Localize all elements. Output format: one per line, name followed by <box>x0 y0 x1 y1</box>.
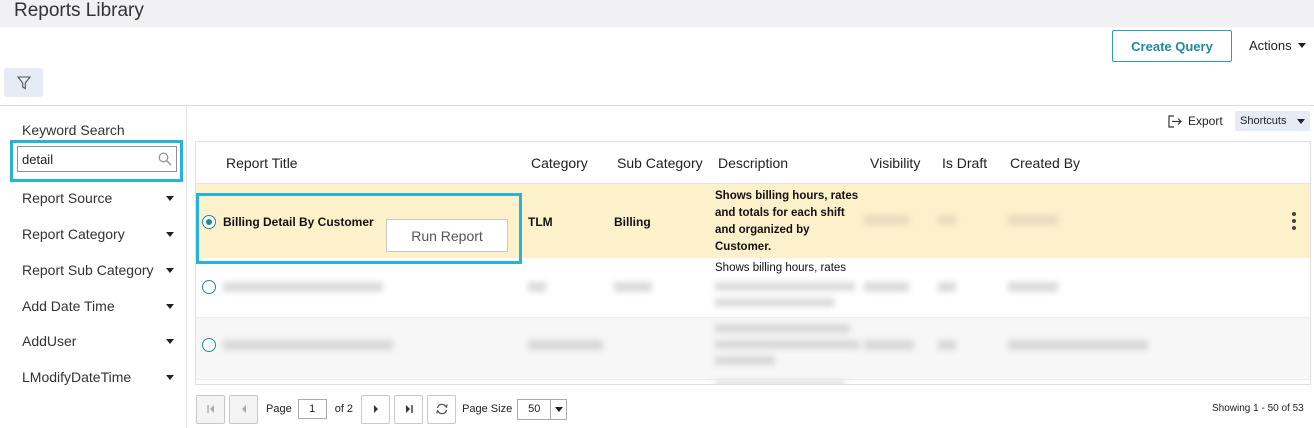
page-of-label: of 2 <box>334 403 354 415</box>
facet-report-source[interactable]: Report Source <box>22 190 174 206</box>
caret-down-icon <box>1297 43 1306 48</box>
chevron-down-icon <box>166 267 174 273</box>
chevron-down-icon <box>166 374 174 380</box>
page-size-select[interactable]: 50 <box>517 398 568 420</box>
table-row[interactable]: Shows billing hours, rates <box>196 258 1310 318</box>
page-size-value: 50 <box>528 403 541 415</box>
chevron-down-icon <box>166 231 174 237</box>
chevron-down-icon <box>166 195 174 201</box>
sidebar-divider <box>186 106 187 428</box>
row-menu-icon[interactable] <box>1292 212 1296 230</box>
description-cell: Shows billing hours, rates <box>715 262 847 274</box>
next-page-icon <box>373 405 378 413</box>
chevron-down-icon <box>550 399 566 419</box>
chevron-down-icon <box>166 303 174 309</box>
sub-category-cell <box>614 282 652 292</box>
keyword-search-label: Keyword Search <box>22 122 125 138</box>
refresh-button[interactable] <box>427 394 457 424</box>
pagination-bar: Page 1 of 2 Page Size 50 <box>196 394 568 424</box>
prev-page-button[interactable] <box>229 394 258 424</box>
report-title-cell <box>223 340 393 350</box>
showing-count: Showing 1 - 50 of 53 <box>1212 403 1304 414</box>
title-bar: Reports Library <box>0 0 1314 27</box>
visibility-cell <box>864 282 909 292</box>
facet-report-sub-category[interactable]: Report Sub Category <box>22 262 174 278</box>
facet-label: AddUser <box>22 333 77 349</box>
filter-icon <box>16 75 31 89</box>
description-cell-blurred <box>715 340 860 349</box>
page-number-input[interactable]: 1 <box>297 399 327 419</box>
description-cell-blurred <box>715 356 775 365</box>
column-header-is-draft[interactable]: Is Draft <box>942 155 987 171</box>
next-page-button[interactable] <box>361 394 391 424</box>
facet-label: Report Category <box>22 226 125 242</box>
facet-label: Report Source <box>22 190 113 206</box>
created-by-cell <box>1008 340 1148 350</box>
page-label: Page <box>266 403 292 415</box>
facet-label: Add Date Time <box>22 298 115 314</box>
column-header-category[interactable]: Category <box>531 155 588 171</box>
keyword-search-input[interactable]: detail <box>17 146 177 172</box>
sub-category-cell: Billing <box>614 215 651 229</box>
column-header-visibility[interactable]: Visibility <box>870 155 920 171</box>
row-radio[interactable] <box>202 280 216 294</box>
actions-label: Actions <box>1249 38 1292 53</box>
shortcuts-dropdown[interactable]: Shortcuts <box>1235 111 1310 131</box>
selected-row-highlight <box>196 193 522 264</box>
page-title: Reports Library <box>14 0 144 21</box>
refresh-icon <box>435 403 448 415</box>
export-label: Export <box>1188 114 1223 128</box>
caret-down-icon <box>1297 118 1305 124</box>
filter-toggle-button[interactable] <box>4 68 43 97</box>
column-header-sub-category[interactable]: Sub Category <box>617 155 703 171</box>
is-draft-cell <box>938 215 956 225</box>
grid-header: Report Title Category Sub Category Descr… <box>196 142 1310 184</box>
actions-menu[interactable]: Actions <box>1249 38 1306 53</box>
visibility-cell <box>864 340 914 350</box>
category-cell <box>528 282 546 292</box>
last-page-icon <box>405 405 413 413</box>
facet-report-category[interactable]: Report Category <box>22 226 174 242</box>
prev-page-icon <box>241 405 246 413</box>
description-cell-blurred <box>715 380 845 384</box>
export-icon <box>1168 114 1182 128</box>
page-size-label: Page Size <box>462 403 513 415</box>
is-draft-cell <box>938 282 956 292</box>
table-row-partial <box>196 380 1310 384</box>
facet-label: LModifyDateTime <box>22 369 132 385</box>
search-icon[interactable] <box>158 152 172 166</box>
description-cell-blurred <box>715 298 835 307</box>
facet-add-date-time[interactable]: Add Date Time <box>22 298 174 314</box>
column-header-report-title[interactable]: Report Title <box>226 155 298 171</box>
created-by-cell <box>1008 282 1058 292</box>
visibility-cell <box>864 215 909 225</box>
chevron-down-icon <box>166 338 174 344</box>
description-cell-blurred <box>715 282 855 291</box>
first-page-icon <box>206 405 214 413</box>
report-title-cell <box>223 282 383 292</box>
table-row[interactable] <box>196 318 1310 380</box>
description-cell: Shows billing hours, rates and totals fo… <box>715 190 859 253</box>
create-query-button[interactable]: Create Query <box>1112 30 1232 62</box>
last-page-button[interactable] <box>394 394 424 424</box>
row-radio[interactable] <box>202 338 216 352</box>
facet-add-user[interactable]: AddUser <box>22 333 174 349</box>
description-cell-blurred <box>715 324 850 333</box>
column-header-description[interactable]: Description <box>718 155 788 171</box>
column-header-created-by[interactable]: Created By <box>1010 155 1080 171</box>
first-page-button[interactable] <box>196 394 225 424</box>
search-value: detail <box>22 152 54 167</box>
is-draft-cell <box>938 340 956 350</box>
export-button[interactable]: Export <box>1168 114 1223 128</box>
category-cell: TLM <box>528 215 553 229</box>
shortcuts-label: Shortcuts <box>1240 115 1287 127</box>
facet-lmodify-date-time[interactable]: LModifyDateTime <box>22 369 174 385</box>
facet-label: Report Sub Category <box>22 262 154 278</box>
divider <box>0 105 1314 106</box>
created-by-cell <box>1008 215 1058 225</box>
category-cell <box>528 340 603 350</box>
